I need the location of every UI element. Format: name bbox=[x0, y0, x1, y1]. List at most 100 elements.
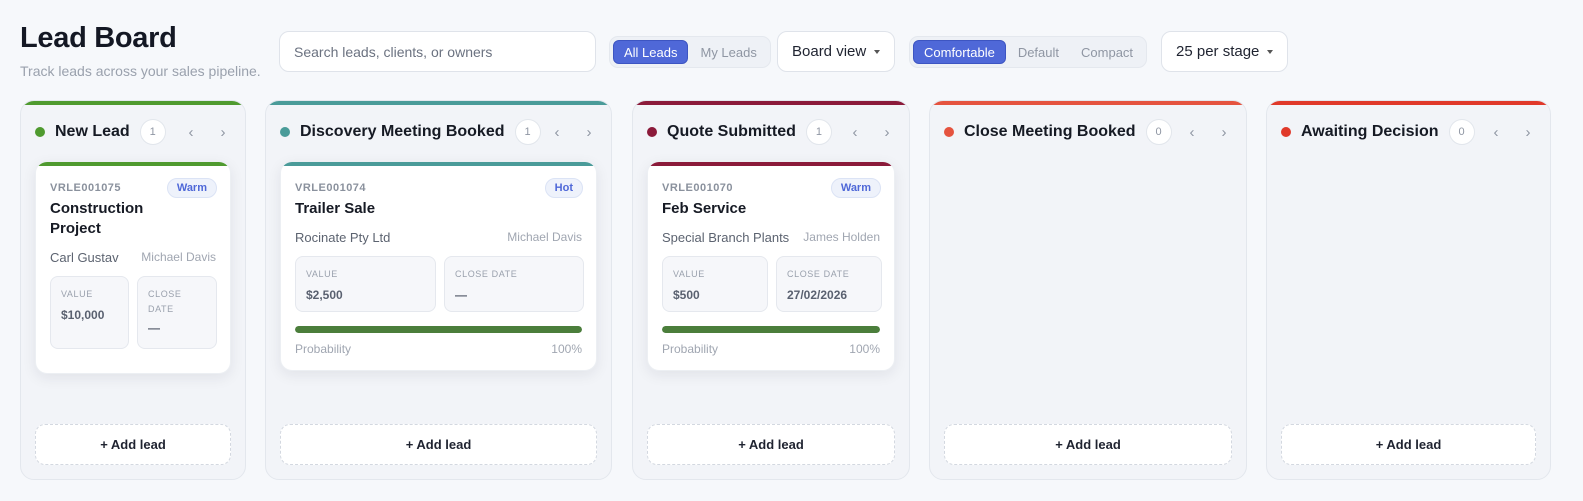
stage-color-bar bbox=[633, 101, 909, 105]
metric-label: VALUE bbox=[306, 269, 338, 279]
lead-id: VRLE001074 bbox=[295, 182, 367, 194]
page-subtitle: Track leads across your sales pipeline. bbox=[20, 63, 261, 79]
stage-color-bar bbox=[21, 101, 245, 105]
stage-header: Close Meeting Booked 0 ‹ › bbox=[944, 117, 1234, 147]
lead-card[interactable]: VRLE001070 Warm Feb Service Special Bran… bbox=[647, 161, 895, 371]
lead-title: Trailer Sale bbox=[295, 200, 376, 217]
lead-card[interactable]: VRLE001075 Warm Construction Project Car… bbox=[35, 161, 231, 374]
chevron-right-icon[interactable]: › bbox=[213, 122, 233, 142]
stage-column-new-lead: New Lead 1 ‹ › VRLE001075 Warm Construct… bbox=[20, 100, 246, 480]
caret-down-icon bbox=[874, 50, 881, 54]
chevron-right-icon[interactable]: › bbox=[877, 122, 897, 142]
lead-title: Construction Project bbox=[50, 199, 143, 239]
add-lead-button[interactable]: + Add lead bbox=[35, 424, 231, 465]
view-select[interactable]: Board view bbox=[777, 31, 896, 72]
density-comfortable-button[interactable]: Comfortable bbox=[913, 40, 1006, 64]
metric-label: VALUE bbox=[61, 289, 93, 299]
stage-name: Discovery Meeting Booked bbox=[300, 123, 505, 140]
owner-name: Michael Davis bbox=[141, 250, 216, 264]
stage-column-close-meeting-booked: Close Meeting Booked 0 ‹ › + Add lead bbox=[929, 100, 1247, 480]
close-date-metric: CLOSE DATE — bbox=[137, 276, 217, 349]
metric-value: — bbox=[455, 288, 467, 302]
card-color-bar bbox=[281, 162, 596, 166]
stage-count-badge: 0 bbox=[1448, 119, 1475, 145]
lead-title-line: Construction bbox=[50, 200, 144, 217]
card-color-bar bbox=[36, 162, 230, 166]
density-toggle: Comfortable Default Compact bbox=[909, 36, 1148, 68]
add-lead-button[interactable]: + Add lead bbox=[280, 424, 597, 465]
stage-count-badge: 1 bbox=[805, 119, 832, 145]
owner-name: Michael Davis bbox=[507, 230, 582, 244]
lead-card[interactable]: VRLE001074 Hot Trailer Sale Rocinate Pty… bbox=[280, 161, 597, 371]
stage-column-discovery-meeting-booked: Discovery Meeting Booked 1 ‹ › VRLE00107… bbox=[265, 100, 612, 480]
client-name: Rocinate Pty Ltd bbox=[295, 230, 391, 245]
stage-color-bar bbox=[1267, 101, 1550, 105]
chevron-right-icon[interactable]: › bbox=[1518, 122, 1538, 142]
per-stage-label: 25 per stage bbox=[1176, 43, 1260, 60]
stage-dot-icon bbox=[944, 127, 954, 137]
value-metric: VALUE $2,500 bbox=[295, 256, 436, 312]
metric-value: 27/02/2026 bbox=[787, 288, 848, 302]
chevron-left-icon[interactable]: ‹ bbox=[1486, 122, 1506, 142]
all-leads-button[interactable]: All Leads bbox=[613, 40, 689, 64]
temperature-badge: Warm bbox=[830, 178, 881, 198]
probability-label: Probability bbox=[295, 342, 352, 356]
probability-value: 100% bbox=[551, 342, 582, 356]
stage-dot-icon bbox=[280, 127, 290, 137]
close-date-metric: CLOSE DATE — bbox=[444, 256, 584, 312]
probability-bar bbox=[662, 326, 880, 333]
lead-id: VRLE001070 bbox=[662, 182, 734, 194]
stage-name: Awaiting Decision bbox=[1301, 123, 1439, 140]
chevron-left-icon[interactable]: ‹ bbox=[1182, 122, 1202, 142]
probability-label: Probability bbox=[662, 342, 719, 356]
search-input[interactable] bbox=[279, 31, 596, 72]
add-lead-button[interactable]: + Add lead bbox=[1281, 424, 1536, 465]
chevron-left-icon[interactable]: ‹ bbox=[547, 122, 567, 142]
stage-header: New Lead 1 ‹ › bbox=[35, 117, 233, 147]
add-lead-button[interactable]: + Add lead bbox=[944, 424, 1232, 465]
stage-color-bar bbox=[930, 101, 1246, 105]
probability-value: 100% bbox=[849, 342, 880, 356]
stage-column-awaiting-decision: Awaiting Decision 0 ‹ › + Add lead bbox=[1266, 100, 1551, 480]
chevron-right-icon[interactable]: › bbox=[579, 122, 599, 142]
stage-color-bar bbox=[266, 101, 611, 105]
density-default-button[interactable]: Default bbox=[1008, 40, 1069, 64]
chevron-right-icon[interactable]: › bbox=[1214, 122, 1234, 142]
stage-dot-icon bbox=[1281, 127, 1291, 137]
add-lead-button[interactable]: + Add lead bbox=[647, 424, 895, 465]
metric-label: DATE bbox=[148, 304, 174, 314]
page-title: Lead Board bbox=[20, 22, 177, 54]
value-metric: VALUE $500 bbox=[662, 256, 768, 312]
lead-title: Feb Service bbox=[662, 200, 747, 217]
client-name: Carl Gustav bbox=[50, 250, 119, 265]
stage-header: Discovery Meeting Booked 1 ‹ › bbox=[280, 117, 599, 147]
metric-value: $2,500 bbox=[306, 288, 343, 302]
stage-dot-icon bbox=[647, 127, 657, 137]
metric-label: CLOSE DATE bbox=[787, 269, 850, 279]
chevron-left-icon[interactable]: ‹ bbox=[181, 122, 201, 142]
metric-label: VALUE bbox=[673, 269, 705, 279]
client-name: Special Branch Plants bbox=[662, 230, 790, 245]
lead-id: VRLE001075 bbox=[50, 182, 122, 194]
view-select-label: Board view bbox=[792, 43, 867, 60]
lead-scope-toggle: All Leads My Leads bbox=[609, 36, 771, 68]
stage-name: Close Meeting Booked bbox=[964, 123, 1136, 140]
stage-header: Awaiting Decision 0 ‹ › bbox=[1281, 117, 1538, 147]
value-metric: VALUE $10,000 bbox=[50, 276, 129, 349]
temperature-badge: Warm bbox=[166, 178, 217, 198]
density-compact-button[interactable]: Compact bbox=[1071, 40, 1143, 64]
owner-name: James Holden bbox=[803, 230, 880, 244]
lead-title-line: Project bbox=[50, 220, 101, 237]
metric-value: — bbox=[148, 321, 160, 335]
my-leads-button[interactable]: My Leads bbox=[690, 40, 766, 64]
metric-label: CLOSE bbox=[148, 289, 182, 299]
metric-value: $500 bbox=[673, 288, 700, 302]
stage-dot-icon bbox=[35, 127, 45, 137]
metric-value: $10,000 bbox=[61, 308, 105, 322]
chevron-left-icon[interactable]: ‹ bbox=[845, 122, 865, 142]
stage-name: Quote Submitted bbox=[667, 123, 796, 140]
stage-column-quote-submitted: Quote Submitted 1 ‹ › VRLE001070 Warm Fe… bbox=[632, 100, 910, 480]
per-stage-select[interactable]: 25 per stage bbox=[1161, 31, 1289, 72]
stage-name: New Lead bbox=[55, 123, 130, 140]
probability-bar bbox=[295, 326, 582, 333]
